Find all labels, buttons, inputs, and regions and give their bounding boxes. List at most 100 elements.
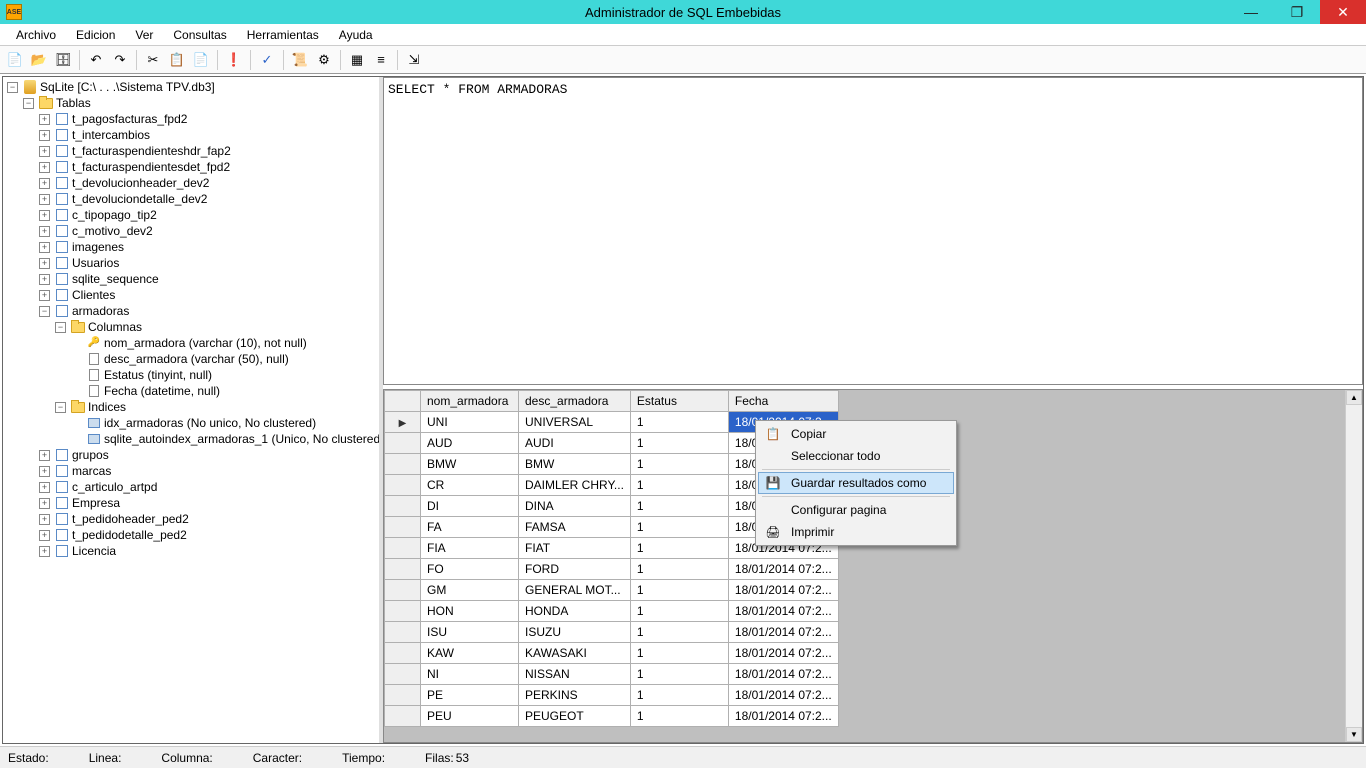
tree-toggle[interactable]: + [39,114,50,125]
tree-toggle[interactable]: + [39,194,50,205]
tree-table-Empresa[interactable]: Empresa [72,495,120,511]
grid-cell[interactable]: KAW [421,643,519,664]
tree-table-t_pedidoheader_ped2[interactable]: t_pedidoheader_ped2 [72,511,189,527]
grid-cell[interactable]: UNI [421,412,519,433]
scroll-down-icon[interactable]: ▼ [1346,727,1362,742]
tree-table-t_intercambios[interactable]: t_intercambios [72,127,150,143]
grid-cell[interactable]: 1 [630,475,728,496]
tree-table-imagenes[interactable]: imagenes [72,239,124,255]
tree-table-t_facturaspendienteshdr_fap2[interactable]: t_facturaspendienteshdr_fap2 [72,143,231,159]
tree-table-t_pedidodetalle_ped2[interactable]: t_pedidodetalle_ped2 [72,527,187,543]
scroll-up-icon[interactable]: ▲ [1346,390,1362,405]
tree-table-Usuarios[interactable]: Usuarios [72,255,119,271]
grid-header-nom_armadora[interactable]: nom_armadora [421,391,519,412]
table-row[interactable]: ISUISUZU118/01/2014 07:2... [385,622,839,643]
tree-toggle[interactable]: − [55,322,66,333]
tree-table-t_facturaspendientesdet_fpd2[interactable]: t_facturaspendientesdet_fpd2 [72,159,230,175]
grid-row-header[interactable] [385,559,421,580]
grid-row-header[interactable] [385,601,421,622]
ctx-guardar-resultados[interactable]: 💾Guardar resultados como [758,472,954,494]
open-icon[interactable]: 📂 [28,49,50,71]
grid-cell[interactable]: ISUZU [519,622,631,643]
grid-cell[interactable]: DAIMLER CHRY... [519,475,631,496]
tree-toggle[interactable]: + [39,498,50,509]
tree-toggle[interactable]: + [39,482,50,493]
table-row[interactable]: PEUPEUGEOT118/01/2014 07:2... [385,706,839,727]
grid-cell[interactable]: DINA [519,496,631,517]
tree-column[interactable]: Fecha (datetime, null) [104,383,220,399]
grid-cell[interactable]: PEU [421,706,519,727]
grid-cell[interactable]: 1 [630,454,728,475]
grid-row-header[interactable] [385,517,421,538]
sql-editor[interactable]: SELECT * FROM ARMADORAS [383,77,1363,385]
table-row[interactable]: HONHONDA118/01/2014 07:2... [385,601,839,622]
grid-cell[interactable]: ISU [421,622,519,643]
cut-icon[interactable]: ✂ [142,49,164,71]
tree-toggle[interactable]: + [39,290,50,301]
tree-column[interactable]: nom_armadora (varchar (10), not null) [104,335,307,351]
tree-table-t_devoluciondetalle_dev2[interactable]: t_devoluciondetalle_dev2 [72,191,207,207]
grid-corner[interactable] [385,391,421,412]
maximize-button[interactable]: ❐ [1274,0,1320,24]
grid-cell[interactable]: UNIVERSAL [519,412,631,433]
script-icon[interactable]: 📜 [289,49,311,71]
tree-toggle[interactable] [71,418,82,429]
minimize-button[interactable]: — [1228,0,1274,24]
menu-ayuda[interactable]: Ayuda [329,26,383,44]
grid-cell[interactable]: 1 [630,412,728,433]
table-row[interactable]: NINISSAN118/01/2014 07:2... [385,664,839,685]
grid-row-header[interactable] [385,622,421,643]
tree-indices[interactable]: Indices [88,399,126,415]
grid-row-header[interactable] [385,580,421,601]
grid-cell[interactable]: 1 [630,664,728,685]
tree-toggle[interactable]: − [7,82,18,93]
tree-root[interactable]: SqLite [C:\ . . .\Sistema TPV.db3] [40,79,215,95]
settings-icon[interactable]: ⚙ [313,49,335,71]
grid-cell[interactable]: 18/01/2014 07:2... [728,580,838,601]
tree-toggle[interactable]: − [39,306,50,317]
ctx-seleccionar-todo[interactable]: Seleccionar todo [758,445,954,467]
tree-toggle[interactable]: + [39,450,50,461]
tree-toggle[interactable]: + [39,162,50,173]
grid-scrollbar[interactable]: ▲ ▼ [1345,390,1362,742]
tree-toggle[interactable]: + [39,178,50,189]
tree-toggle[interactable] [71,338,82,349]
grid-cell[interactable]: 1 [630,496,728,517]
tree-table-c_tipopago_tip2[interactable]: c_tipopago_tip2 [72,207,157,223]
tree-table-Licencia[interactable]: Licencia [72,543,116,559]
grid-row-header[interactable] [385,475,421,496]
grid-cell[interactable]: 1 [630,601,728,622]
grid-row-header[interactable] [385,706,421,727]
menu-ver[interactable]: Ver [125,26,163,44]
grid-cell[interactable]: NISSAN [519,664,631,685]
grid-cell[interactable]: 1 [630,580,728,601]
grid-cell[interactable]: HON [421,601,519,622]
grid-cell[interactable]: 18/01/2014 07:2... [728,664,838,685]
tree-toggle[interactable] [71,370,82,381]
tree-table-sqlite_sequence[interactable]: sqlite_sequence [72,271,159,287]
grid-cell[interactable]: BMW [421,454,519,475]
tree-column[interactable]: desc_armadora (varchar (50), null) [104,351,289,367]
grid-cell[interactable]: BMW [519,454,631,475]
grid-row-header[interactable] [385,664,421,685]
ctx-imprimir[interactable]: 🖨Imprimir [758,521,954,543]
table-row[interactable]: GMGENERAL MOT...118/01/2014 07:2... [385,580,839,601]
grid-row-header[interactable] [385,685,421,706]
tree-table-marcas[interactable]: marcas [72,463,111,479]
grid-cell[interactable]: FA [421,517,519,538]
grid-icon[interactable]: ▦ [346,49,368,71]
grid-row-header[interactable] [385,643,421,664]
grid-cell[interactable]: 1 [630,517,728,538]
open-db-icon[interactable]: 🗄 [52,49,74,71]
grid-cell[interactable]: 18/01/2014 07:2... [728,706,838,727]
table-row[interactable]: FOFORD118/01/2014 07:2... [385,559,839,580]
menu-archivo[interactable]: Archivo [6,26,66,44]
tree-toggle[interactable]: + [39,514,50,525]
grid-cell[interactable]: FAMSA [519,517,631,538]
execute-icon[interactable]: ❗ [223,49,245,71]
table-row[interactable]: PEPERKINS118/01/2014 07:2... [385,685,839,706]
scroll-track[interactable] [1346,405,1362,727]
tree-index[interactable]: idx_armadoras (No unico, No clustered) [104,415,316,431]
menu-herramientas[interactable]: Herramientas [237,26,329,44]
grid-cell[interactable]: GENERAL MOT... [519,580,631,601]
